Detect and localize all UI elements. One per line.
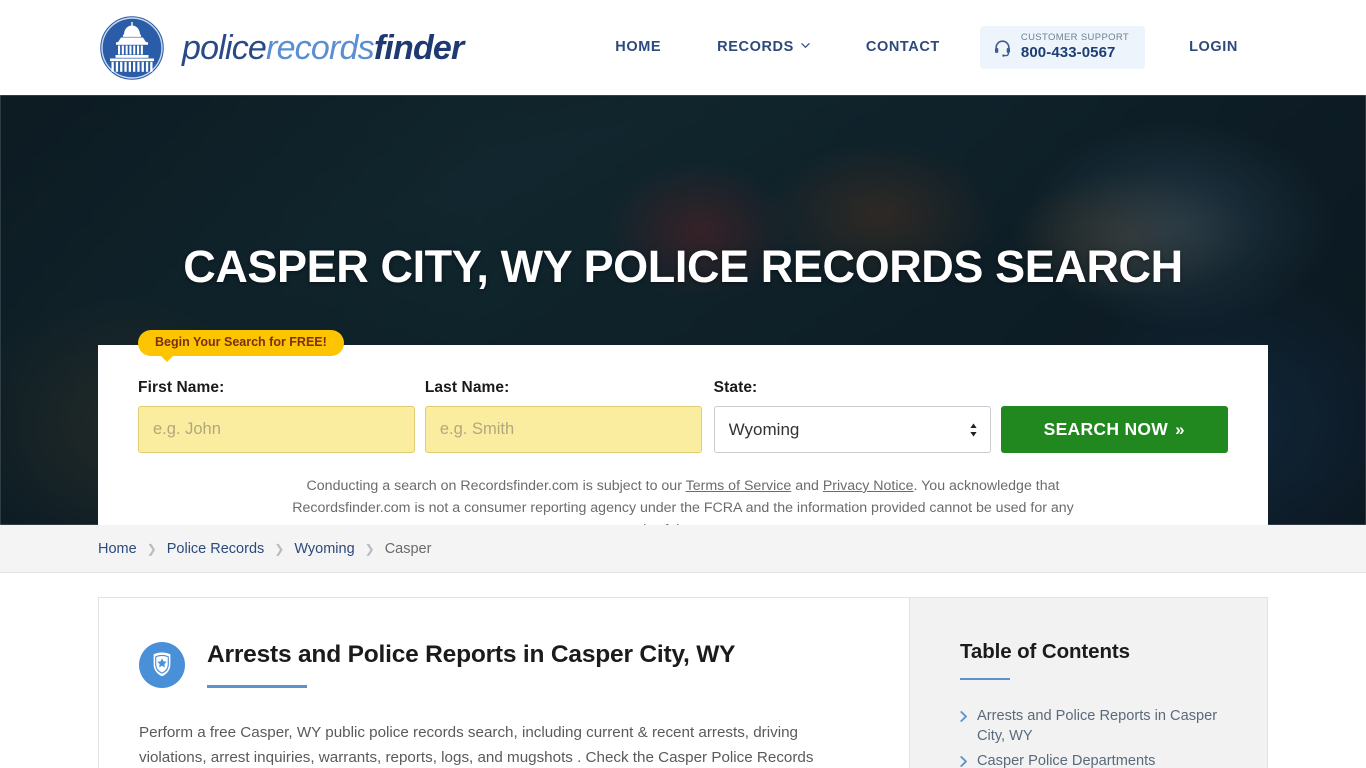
toc-underline (960, 678, 1010, 680)
page-title: CASPER CITY, WY POLICE RECORDS SEARCH (183, 241, 1183, 292)
table-of-contents: Table of Contents Arrests and Police Rep… (909, 598, 1267, 768)
breadcrumb-separator-icon: ❯ (146, 541, 157, 556)
last-name-input[interactable] (424, 406, 702, 453)
first-name-label: First Name: (138, 379, 225, 396)
state-label: State: (713, 379, 758, 396)
capitol-dome-icon (97, 13, 167, 82)
privacy-notice-link[interactable]: Privacy Notice (823, 478, 914, 494)
nav-item-records-label: RECORDS (717, 39, 794, 56)
nav-item-records[interactable]: RECORDS (689, 39, 838, 55)
hero-section: CASPER CITY, WY POLICE RECORDS SEARCH Be… (0, 95, 1366, 525)
support-label: CUSTOMER SUPPORT (1020, 32, 1130, 44)
support-phone: 800-433-0567 (1020, 44, 1116, 62)
content-area: Arrests and Police Reports in Casper Cit… (98, 597, 1268, 768)
brand-part-police: police (182, 28, 267, 67)
toc-link[interactable]: Casper Police Departments (977, 751, 1155, 768)
brand-part-records: records (266, 28, 375, 67)
toc-list: Arrests and Police Reports in Casper Cit… (960, 706, 1237, 768)
main-article: Arrests and Police Reports in Casper Cit… (99, 598, 909, 768)
free-search-badge[interactable]: Begin Your Search for FREE! (138, 330, 344, 361)
support-text: CUSTOMER SUPPORT 800-433-0567 (1020, 32, 1130, 62)
nav-item-contact-label: CONTACT (865, 39, 940, 56)
toc-link[interactable]: Arrests and Police Reports in Casper Cit… (977, 706, 1237, 746)
article-heading: Arrests and Police Reports in Casper Cit… (207, 641, 736, 668)
state-select-wrapper: Wyoming (713, 406, 991, 453)
first-name-input[interactable] (138, 406, 415, 453)
headset-icon (994, 40, 1010, 57)
breadcrumb: Home ❯ Police Records ❯ Wyoming ❯ Casper (0, 525, 1366, 573)
state-select[interactable]: Wyoming (713, 406, 991, 453)
search-card: Begin Your Search for FREE! First Name: … (98, 330, 1268, 525)
terms-of-service-link[interactable]: Terms of Service (686, 478, 792, 494)
customer-support-box[interactable]: CUSTOMER SUPPORT 800-433-0567 (979, 26, 1146, 69)
brand-part-finder: finder (373, 28, 464, 67)
breadcrumb-item-police-records[interactable]: Police Records (167, 541, 265, 557)
article-paragraph: Perform a free Casper, WY public police … (139, 724, 814, 767)
chevron-down-icon (801, 41, 810, 50)
site-header: policerecordsfinder HOME RECORDS CONTACT (0, 0, 1366, 95)
breadcrumb-separator-icon: ❯ (364, 541, 375, 556)
brand-wordmark: policerecordsfinder (182, 28, 464, 67)
breadcrumb-separator-icon: ❯ (274, 541, 285, 556)
article-header: Arrests and Police Reports in Casper Cit… (139, 640, 869, 689)
nav-item-contact[interactable]: CONTACT (838, 39, 968, 55)
article-title-block: Arrests and Police Reports in Casper Cit… (207, 640, 736, 689)
nav-item-login[interactable]: LOGIN (1161, 39, 1266, 55)
breadcrumb-item-wyoming[interactable]: Wyoming (294, 541, 354, 557)
search-disclaimer: Conducting a search on Recordsfinder.com… (268, 475, 1098, 525)
search-now-label: SEARCH NOW (1043, 419, 1169, 439)
nav-item-login-label: LOGIN (1189, 39, 1238, 56)
toc-item-arrests-and-police-reports[interactable]: Arrests and Police Reports in Casper Cit… (960, 706, 1237, 746)
double-chevron-right-icon: » (1175, 420, 1185, 439)
nav-item-home-label: HOME (615, 39, 662, 56)
last-name-label: Last Name: (424, 379, 510, 396)
toc-title: Table of Contents (960, 640, 1130, 663)
breadcrumb-item-casper: Casper (384, 540, 432, 557)
toc-item-casper-police-departments[interactable]: Casper Police Departments (960, 751, 1237, 768)
disclaimer-part-1: Conducting a search on Recordsfinder.com… (306, 478, 686, 494)
nav-item-home[interactable]: HOME (587, 39, 689, 55)
police-badge-icon (139, 642, 185, 688)
heading-underline (207, 685, 307, 689)
search-now-button[interactable]: SEARCH NOW » (1000, 406, 1228, 453)
state-field-group: State: Wyoming (713, 379, 991, 453)
chevron-right-icon (960, 711, 967, 722)
disclaimer-part-2: and (791, 478, 823, 494)
breadcrumb-item-home[interactable]: Home (98, 541, 137, 557)
main-navigation: HOME RECORDS CONTACT CUSTOMER SUPPORT 80… (587, 26, 1266, 69)
last-name-field-group: Last Name: (424, 379, 702, 453)
search-form: First Name: Last Name: State: Wyoming (138, 379, 1228, 453)
chevron-right-icon (960, 756, 967, 768)
first-name-field-group: First Name: (138, 379, 415, 453)
brand-logo[interactable]: policerecordsfinder (96, 12, 464, 84)
